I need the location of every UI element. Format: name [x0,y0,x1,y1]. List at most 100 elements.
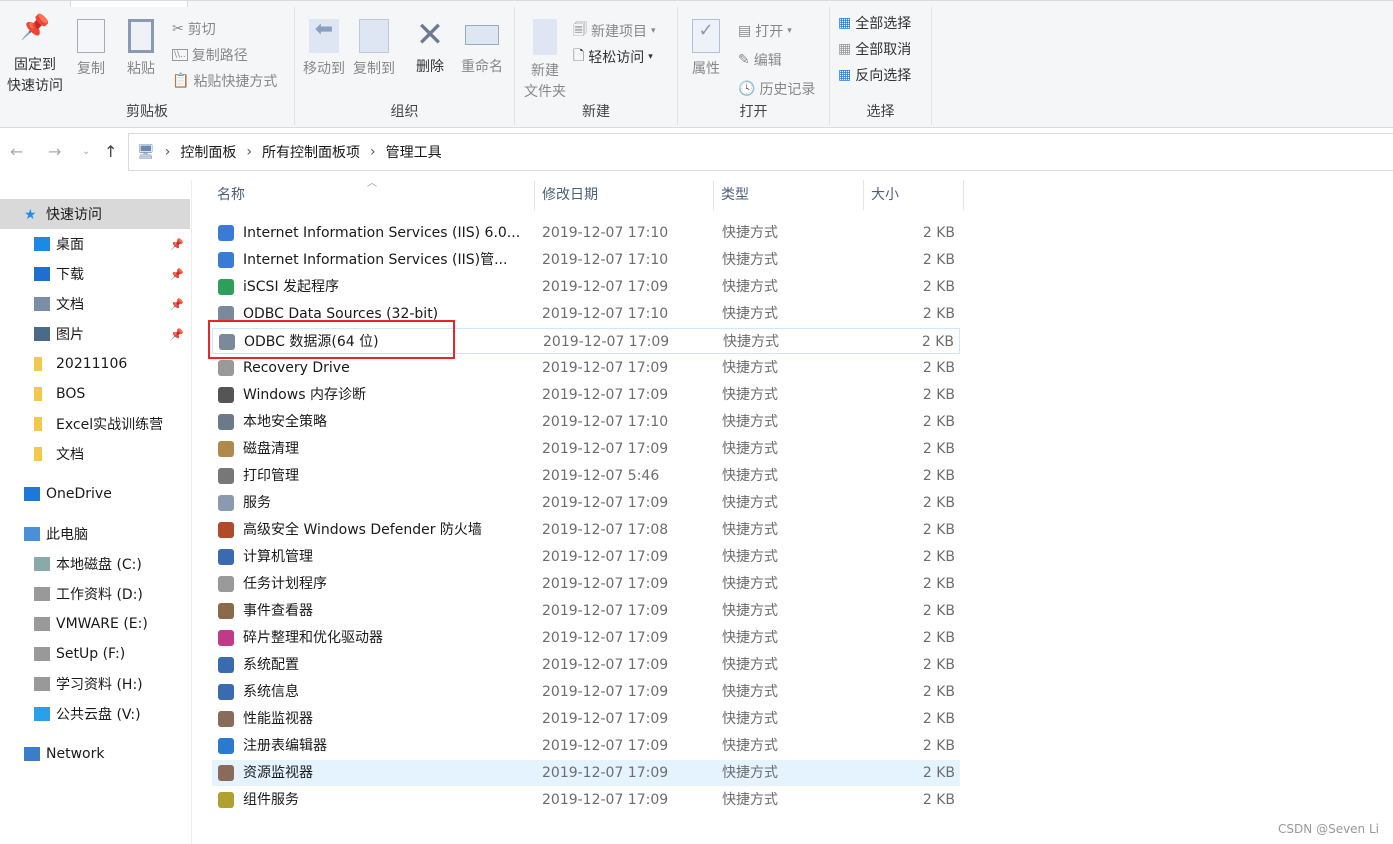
file-type: 快捷方式 [722,387,778,403]
file-row[interactable]: 性能监视器 2019-12-07 17:09 快捷方式 2 KB [212,706,960,732]
organize-group-label: 组织 [390,104,419,120]
file-type: 快捷方式 [722,765,778,781]
file-row[interactable]: 打印管理 2019-12-07 5:46 快捷方式 2 KB [212,463,960,489]
sidebar-item[interactable]: 桌面 📌 [0,229,190,259]
file-row[interactable]: 资源监视器 2019-12-07 17:09 快捷方式 2 KB [212,760,960,786]
copy-button[interactable]: 复制 [70,17,112,80]
sidebar-item[interactable]: Network [0,739,190,769]
file-row[interactable]: 注册表编辑器 2019-12-07 17:09 快捷方式 2 KB [212,733,960,759]
recent-locations-chevron-icon[interactable]: ⌄ [82,146,90,157]
new-item-button[interactable]: 🗐 新建项目 ▾ [573,19,656,43]
column-name[interactable]: 名称 [210,180,535,210]
sidebar-item[interactable]: 学习资料 (H:) [0,669,190,699]
file-name: 高级安全 Windows Defender 防火墙 [243,522,482,538]
file-size: 2 KB [922,225,955,241]
shortcut-icon [218,549,234,565]
edit-button[interactable]: ✎ 编辑 [738,50,782,70]
sidebar-item[interactable]: 本地磁盘 (C:) [0,549,190,579]
copy-path-button[interactable]: \\.. 复制路径 [172,45,248,65]
file-size: 2 KB [922,252,955,268]
file-row[interactable]: 系统配置 2019-12-07 17:09 快捷方式 2 KB [212,652,960,678]
cloud-icon [24,487,40,501]
pin-quick-access-button[interactable]: 📌 固定到 快速访问 [2,15,68,97]
easy-access-button[interactable]: 🗋 轻松访问 ▾ [573,45,653,69]
file-row[interactable]: 计算机管理 2019-12-07 17:09 快捷方式 2 KB [212,544,960,570]
sidebar-item[interactable]: 文档 [0,439,190,469]
column-size[interactable]: 大小 [864,180,964,210]
new-folder-button[interactable]: 新建 文件夹 [519,17,571,103]
sidebar-item-label: 图片 [56,327,84,343]
file-row[interactable]: Internet Information Services (IIS)管... … [212,247,960,273]
file-row[interactable]: 碎片整理和优化驱动器 2019-12-07 17:09 快捷方式 2 KB [212,625,960,651]
select-all-button[interactable]: ▦ 全部选择 [838,13,911,33]
delete-button[interactable]: ✕ 删除 [407,17,453,78]
address-bar[interactable]: 🖥 › 控制面板 › 所有控制面板项 › 管理工具 [128,133,1393,171]
sidebar-item-label: 文档 [56,447,84,463]
sidebar-item[interactable]: 公共云盘 (V:) [0,699,190,729]
move-to-button[interactable]: ⬅ 移动到 [299,17,349,80]
file-row[interactable]: Internet Information Services (IIS) 6.0.… [212,220,960,246]
open-button[interactable]: ▤ 打开 ▾ [738,21,792,41]
breadcrumb-item[interactable]: 所有控制面板项 [262,142,360,162]
file-row[interactable]: 高级安全 Windows Defender 防火墙 2019-12-07 17:… [212,517,960,543]
sidebar-item-label: 工作资料 (D:) [56,587,143,603]
file-row[interactable]: 组件服务 2019-12-07 17:09 快捷方式 2 KB [212,787,960,813]
shortcut-icon [218,495,234,511]
copy-to-button[interactable]: 复制到 [349,17,399,80]
folder-icon [34,387,42,401]
file-size: 2 KB [922,414,955,430]
file-date: 2019-12-07 17:09 [542,279,669,295]
breadcrumb-item[interactable]: 管理工具 [386,142,442,162]
copy-to-icon [359,19,389,53]
file-type: 快捷方式 [722,495,778,511]
file-row[interactable]: 本地安全策略 2019-12-07 17:10 快捷方式 2 KB [212,409,960,435]
invert-selection-button[interactable]: ▦ 反向选择 [838,65,911,85]
paste-shortcut-label: 粘贴快捷方式 [193,74,278,90]
rename-button[interactable]: 重命名 [455,17,509,78]
cut-button[interactable]: ✂ 剪切 [172,19,216,39]
file-row[interactable]: Windows 内存诊断 2019-12-07 17:09 快捷方式 2 KB [212,382,960,408]
sidebar-item[interactable]: OneDrive [0,479,190,509]
shortcut-icon [218,711,234,727]
file-name: 系统信息 [243,684,299,700]
sidebar-item-label: 20211106 [56,356,128,372]
breadcrumb-item[interactable]: 控制面板 [180,142,236,162]
sidebar-item[interactable]: 工作资料 (D:) [0,579,190,609]
paste-shortcut-button[interactable]: 📋 粘贴快捷方式 [172,71,277,91]
file-type: 快捷方式 [722,738,778,754]
back-arrow-icon[interactable]: ← [10,142,23,161]
sidebar-item[interactable]: 下载 📌 [0,259,190,289]
up-arrow-icon[interactable]: ↑ [104,142,117,161]
column-type[interactable]: 类型 [714,180,864,210]
paste-button[interactable]: 粘贴 [120,17,162,80]
sidebar-item[interactable]: VMWARE (E:) [0,609,190,639]
file-row[interactable]: 磁盘清理 2019-12-07 17:09 快捷方式 2 KB [212,436,960,462]
file-row[interactable]: 任务计划程序 2019-12-07 17:09 快捷方式 2 KB [212,571,960,597]
file-type: 快捷方式 [722,711,778,727]
file-date: 2019-12-07 17:10 [542,252,669,268]
file-row[interactable]: 系统信息 2019-12-07 17:09 快捷方式 2 KB [212,679,960,705]
sidebar-item[interactable]: 文档 📌 [0,289,190,319]
file-row[interactable]: iSCSI 发起程序 2019-12-07 17:09 快捷方式 2 KB [212,274,960,300]
forward-arrow-icon[interactable]: → [48,142,61,161]
organize-group: ⬅ 移动到 复制到 ✕ 删除 重命名 组织 [295,7,515,125]
sidebar-item[interactable]: BOS [0,379,190,409]
properties-button[interactable]: ✓ 属性 [684,17,728,80]
sidebar-item[interactable]: SetUp (F:) [0,639,190,669]
sidebar-item[interactable]: 图片 📌 [0,319,190,349]
file-type: 快捷方式 [722,441,778,457]
select-none-button[interactable]: ▦ 全部取消 [838,39,911,59]
file-row[interactable]: 事件查看器 2019-12-07 17:09 快捷方式 2 KB [212,598,960,624]
select-group: ▦ 全部选择 ▦ 全部取消 ▦ 反向选择 选择 [830,7,932,125]
file-date: 2019-12-07 17:09 [542,684,669,700]
sidebar-item[interactable]: 此电脑 [0,519,190,549]
column-date-modified[interactable]: 修改日期 [535,180,714,210]
history-button[interactable]: 🕓 历史记录 [738,79,815,99]
sidebar-item[interactable]: 20211106 [0,349,190,379]
sidebar-item[interactable]: Excel实战训练营 [0,409,190,439]
file-size: 2 KB [922,630,955,646]
sidebar-item[interactable]: ★ 快速访问 [0,199,190,229]
file-row[interactable]: 服务 2019-12-07 17:09 快捷方式 2 KB [212,490,960,516]
new-item-label: 新建项目 [591,24,647,40]
pin-icon: 📌 [170,297,184,311]
